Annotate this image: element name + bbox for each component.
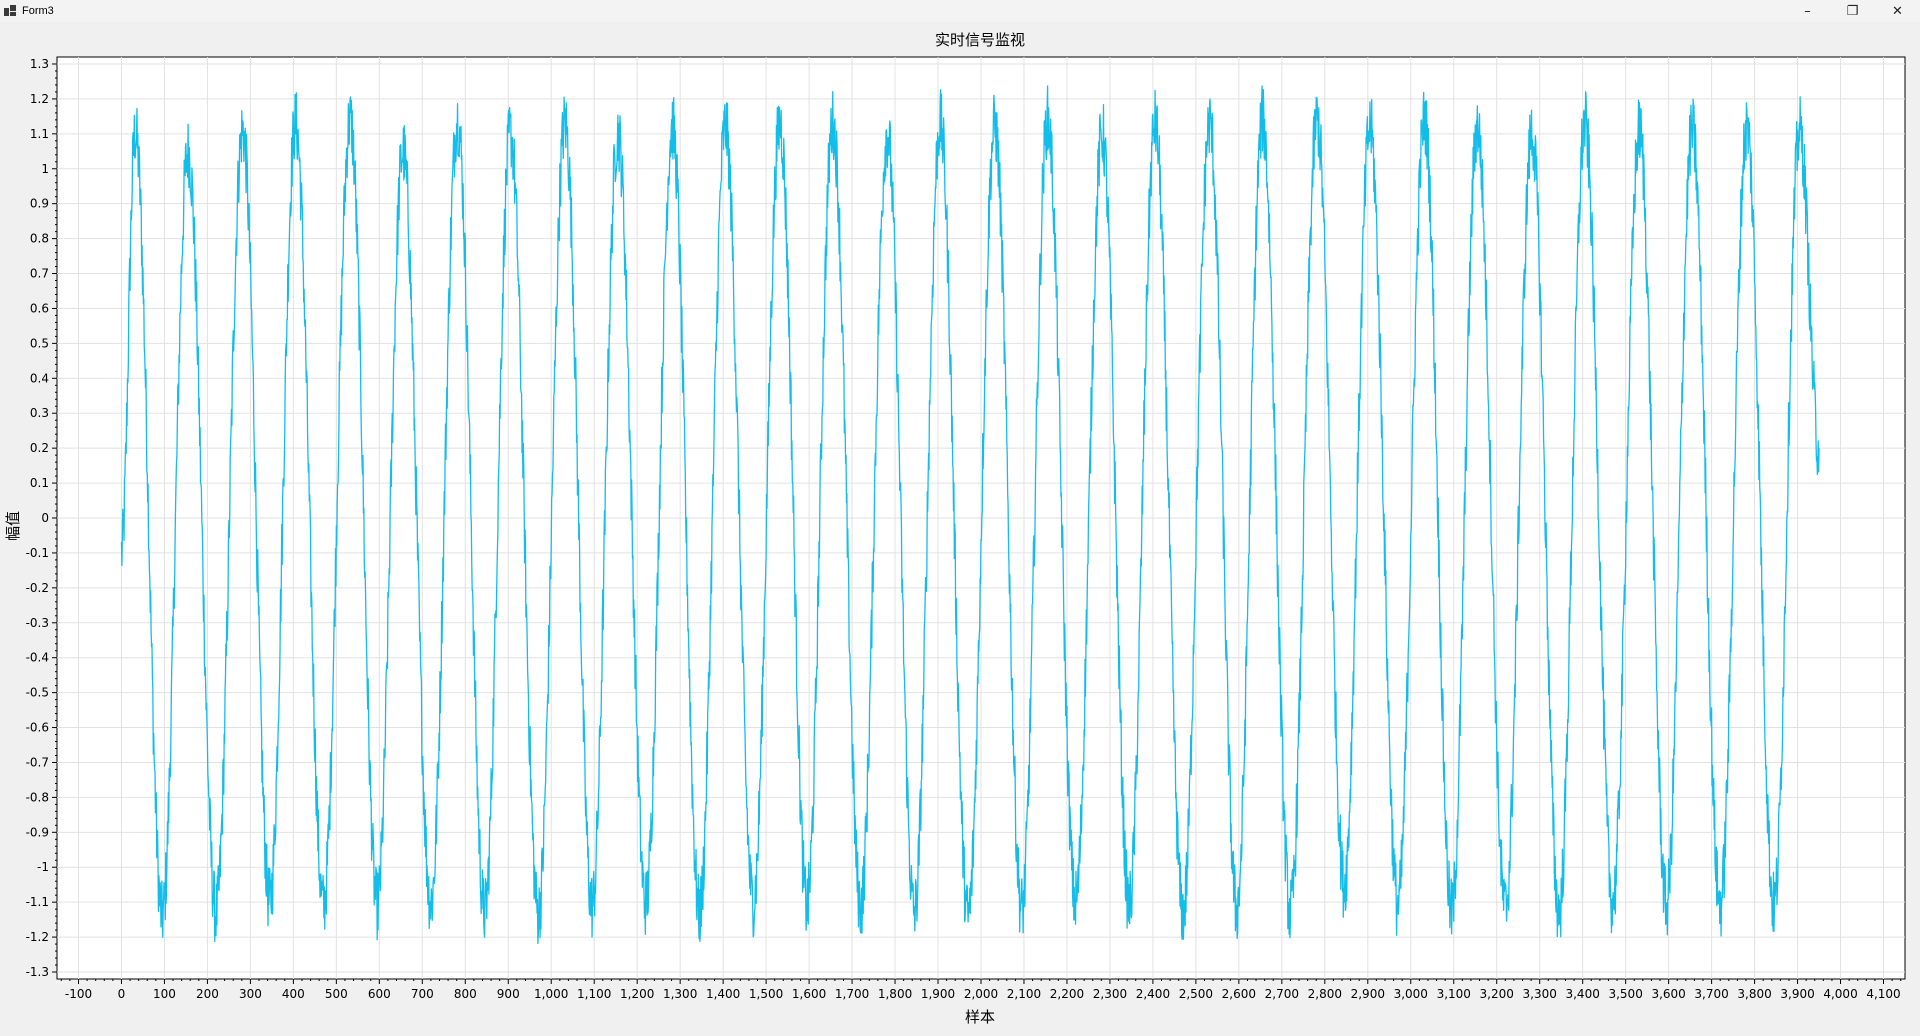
window-title-bar: Form3 – ❐ ✕ bbox=[0, 0, 1920, 22]
x-tick-label: 1,300 bbox=[663, 987, 697, 1001]
y-tick-label: -0.2 bbox=[26, 581, 49, 595]
close-button[interactable]: ✕ bbox=[1875, 0, 1920, 22]
x-tick-label: 700 bbox=[411, 987, 434, 1001]
y-tick-label: 0.2 bbox=[30, 441, 49, 455]
y-tick-label: 1.3 bbox=[30, 57, 49, 71]
x-tick-label: -100 bbox=[65, 987, 92, 1001]
y-tick-label: -0.6 bbox=[26, 721, 49, 735]
x-tick-label: 400 bbox=[282, 987, 305, 1001]
x-tick-label: 3,700 bbox=[1694, 987, 1728, 1001]
x-tick-label: 1,500 bbox=[749, 987, 783, 1001]
x-tick-label: 2,600 bbox=[1222, 987, 1256, 1001]
x-tick-label: 2,000 bbox=[964, 987, 998, 1001]
x-tick-label: 2,400 bbox=[1136, 987, 1170, 1001]
y-tick-label: -0.3 bbox=[26, 616, 49, 630]
y-tick-label: 0.4 bbox=[30, 371, 49, 385]
x-tick-label: 2,200 bbox=[1050, 987, 1084, 1001]
x-tick-label: 800 bbox=[454, 987, 477, 1001]
y-tick-label: 0.6 bbox=[30, 301, 49, 315]
x-tick-label: 500 bbox=[325, 987, 348, 1001]
y-tick-label: 0.3 bbox=[30, 406, 49, 420]
x-tick-label: 3,900 bbox=[1780, 987, 1814, 1001]
x-tick-label: 1,700 bbox=[835, 987, 869, 1001]
y-tick-label: 0.8 bbox=[30, 232, 49, 246]
maximize-button[interactable]: ❐ bbox=[1830, 0, 1875, 22]
x-tick-label: 1,000 bbox=[534, 987, 568, 1001]
x-tick-label: 1,900 bbox=[921, 987, 955, 1001]
y-axis-label: 幅值 bbox=[4, 511, 22, 541]
x-tick-label: 3,200 bbox=[1480, 987, 1514, 1001]
y-tick-label: 0.5 bbox=[30, 336, 49, 350]
x-tick-label: 3,500 bbox=[1608, 987, 1642, 1001]
y-tick-label: 1 bbox=[41, 162, 49, 176]
x-tick-label: 200 bbox=[196, 987, 219, 1001]
x-tick-label: 0 bbox=[118, 987, 126, 1001]
y-tick-label: -0.7 bbox=[26, 755, 49, 769]
x-tick-label: 2,500 bbox=[1179, 987, 1213, 1001]
x-tick-label: 2,100 bbox=[1007, 987, 1041, 1001]
y-tick-label: -0.4 bbox=[26, 651, 49, 665]
x-tick-label: 100 bbox=[153, 987, 176, 1001]
x-tick-label: 1,100 bbox=[577, 987, 611, 1001]
x-tick-label: 3,800 bbox=[1737, 987, 1771, 1001]
x-tick-label: 3,000 bbox=[1394, 987, 1428, 1001]
x-tick-label: 2,300 bbox=[1093, 987, 1127, 1001]
x-tick-label: 900 bbox=[497, 987, 520, 1001]
x-tick-label: 3,300 bbox=[1523, 987, 1557, 1001]
x-tick-label: 2,700 bbox=[1265, 987, 1299, 1001]
y-tick-label: 0 bbox=[41, 511, 49, 525]
y-tick-label: -0.1 bbox=[26, 546, 49, 560]
y-tick-label: 0.1 bbox=[30, 476, 49, 490]
chart-container: 实时信号监视 样本 幅值 -100 0 100 200 300 400 500 600 700 8… bbox=[0, 22, 1920, 1032]
app-window-icon bbox=[4, 5, 16, 17]
y-tick-label: 1.2 bbox=[30, 92, 49, 106]
x-tick-label: 4,100 bbox=[1866, 987, 1900, 1001]
window-controls: – ❐ ✕ bbox=[1785, 0, 1920, 22]
x-tick-label: 600 bbox=[368, 987, 391, 1001]
y-tick-label: 0.7 bbox=[30, 267, 49, 281]
y-tick-label: -0.8 bbox=[26, 790, 49, 804]
x-tick-label: 2,800 bbox=[1308, 987, 1342, 1001]
y-tick-label: -0.5 bbox=[26, 686, 49, 700]
y-tick-label: -1.3 bbox=[26, 965, 49, 979]
x-tick-label: 2,900 bbox=[1351, 987, 1385, 1001]
y-tick-label: -1 bbox=[37, 860, 49, 874]
y-tick-label: 1.1 bbox=[30, 127, 49, 141]
x-tick-label: 3,600 bbox=[1651, 987, 1685, 1001]
minimize-button[interactable]: – bbox=[1785, 0, 1830, 22]
chart-title: 实时信号监视 bbox=[935, 31, 1025, 49]
line-chart: 实时信号监视 样本 幅值 -100 0 100 200 300 400 500 600 700 8… bbox=[4, 31, 1906, 1026]
window-title: Form3 bbox=[22, 5, 54, 17]
y-tick-label: -1.2 bbox=[26, 930, 49, 944]
x-axis-label: 样本 bbox=[965, 1008, 995, 1026]
x-tick-label: 3,400 bbox=[1565, 987, 1599, 1001]
x-tick-label: 1,800 bbox=[878, 987, 912, 1001]
x-tick-label: 1,600 bbox=[792, 987, 826, 1001]
y-tick-label: -0.9 bbox=[26, 825, 49, 839]
x-tick-label: 1,400 bbox=[706, 987, 740, 1001]
x-tick-label: 300 bbox=[239, 987, 262, 1001]
x-tick-label: 3,100 bbox=[1437, 987, 1471, 1001]
x-tick-label: 4,000 bbox=[1823, 987, 1857, 1001]
y-tick-label: -1.1 bbox=[26, 895, 49, 909]
y-tick-label: 0.9 bbox=[30, 197, 49, 211]
x-tick-label: 1,200 bbox=[620, 987, 654, 1001]
